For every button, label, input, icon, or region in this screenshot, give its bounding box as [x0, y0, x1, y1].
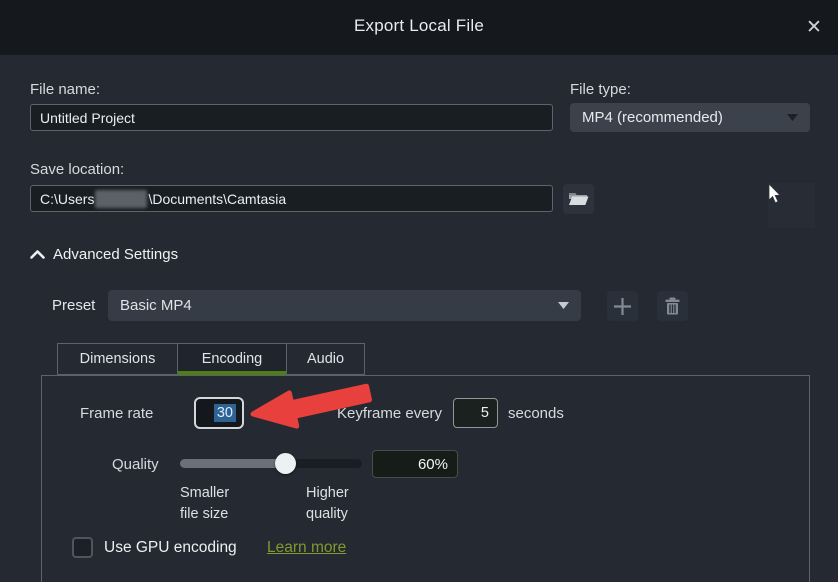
encoding-panel: [41, 375, 810, 582]
save-location-suffix: \Documents\Camtasia: [148, 191, 286, 207]
advanced-settings-toggle[interactable]: Advanced Settings: [30, 246, 178, 263]
add-preset-button[interactable]: [607, 291, 638, 321]
save-location-prefix: C:\Users: [40, 191, 94, 207]
file-type-label: File type:: [570, 81, 631, 98]
hover-highlight: [768, 183, 815, 228]
save-location-input[interactable]: C:\Users \Documents\Camtasia: [30, 185, 553, 212]
delete-preset-button[interactable]: [657, 291, 688, 321]
file-type-dropdown[interactable]: MP4 (recommended): [570, 103, 810, 132]
trash-icon: [664, 297, 681, 315]
browse-folder-button[interactable]: [563, 184, 594, 214]
plus-icon: [613, 297, 632, 316]
file-name-value: Untitled Project: [40, 110, 135, 126]
preset-value: Basic MP4: [120, 297, 192, 314]
dialog-title: Export Local File: [0, 16, 838, 36]
close-icon[interactable]: ✕: [800, 14, 828, 42]
chevron-down-icon: [787, 114, 798, 121]
preset-dropdown[interactable]: Basic MP4: [108, 290, 581, 321]
redacted-username: [95, 190, 147, 208]
preset-label: Preset: [52, 297, 95, 314]
save-location-label: Save location:: [30, 161, 124, 178]
chevron-down-icon: [558, 302, 569, 309]
settings-tabs: Dimensions Encoding Audio: [57, 343, 365, 375]
file-name-label: File name:: [30, 81, 100, 98]
tab-audio[interactable]: Audio: [286, 343, 365, 375]
chevron-up-icon: [30, 250, 45, 259]
advanced-settings-label: Advanced Settings: [53, 246, 178, 263]
tab-encoding[interactable]: Encoding: [177, 343, 287, 375]
file-type-value: MP4 (recommended): [582, 109, 723, 126]
export-dialog: Export Local File ✕ File name: Untitled …: [0, 0, 838, 582]
tab-dimensions[interactable]: Dimensions: [57, 343, 178, 375]
folder-icon: [568, 191, 589, 207]
file-name-input[interactable]: Untitled Project: [30, 104, 553, 131]
